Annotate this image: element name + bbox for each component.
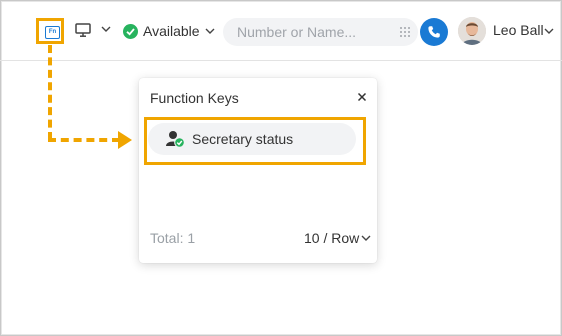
search-input[interactable]: Number or Name... xyxy=(223,18,418,46)
chevron-down-icon xyxy=(361,235,371,241)
top-toolbar: Fn Available Number or Name... Leo Ball xyxy=(0,0,562,61)
user-name[interactable]: Leo Ball xyxy=(493,22,544,38)
total-count: Total: 1 xyxy=(150,230,196,246)
presence-status-dropdown[interactable]: Available xyxy=(123,20,215,42)
dashed-arrow-vertical xyxy=(48,45,52,140)
function-key-label: Secretary status xyxy=(192,131,294,147)
available-check-icon xyxy=(123,23,138,39)
chevron-down-icon[interactable] xyxy=(544,27,554,35)
dialpad-icon[interactable] xyxy=(399,26,411,38)
function-keys-highlight: Fn xyxy=(36,18,64,44)
avatar[interactable] xyxy=(458,17,486,45)
arrow-head-icon xyxy=(118,131,132,149)
function-keys-icon[interactable]: Fn xyxy=(45,26,60,39)
chevron-down-icon xyxy=(205,28,215,34)
presence-status-label: Available xyxy=(143,23,200,39)
phone-icon xyxy=(428,26,440,38)
rows-per-page-label: 10 / Row xyxy=(304,230,360,246)
search-placeholder: Number or Name... xyxy=(237,24,357,40)
call-button[interactable] xyxy=(420,18,448,46)
popup-title: Function Keys xyxy=(150,90,239,106)
secretary-status-icon xyxy=(166,131,185,148)
chevron-down-icon[interactable] xyxy=(101,25,111,33)
rows-per-page-select[interactable]: 10 / Row xyxy=(304,230,371,246)
close-icon[interactable] xyxy=(355,90,369,104)
monitor-icon[interactable] xyxy=(75,22,91,38)
function-keys-popup: Function Keys Secretary status Total: 1 … xyxy=(139,78,377,263)
function-key-secretary-status[interactable]: Secretary status xyxy=(148,123,356,155)
dashed-arrow-horizontal xyxy=(48,138,120,142)
